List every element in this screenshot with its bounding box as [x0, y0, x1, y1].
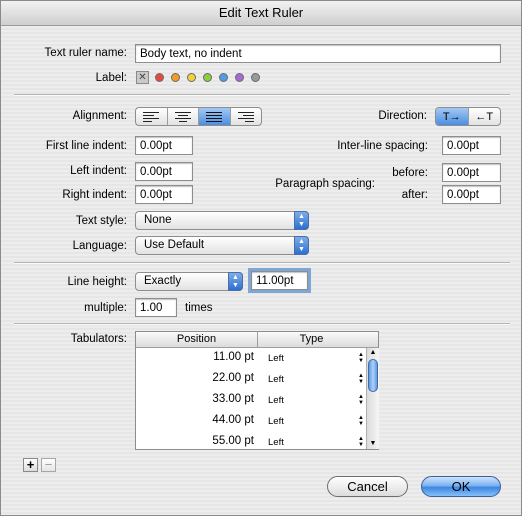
tab-position: 33.00 pt	[212, 393, 254, 405]
tab-position: 55.00 pt	[212, 435, 254, 447]
tab-position: 44.00 pt	[212, 414, 254, 426]
left-indent-label: Left indent:	[70, 165, 127, 177]
tab-type[interactable]: Left	[268, 437, 284, 448]
align-center-icon	[174, 112, 191, 122]
paragraph-spacing-label: Paragraph spacing:	[275, 178, 375, 190]
popup-arrows-icon: ▲ ▼	[294, 236, 309, 255]
inter-line-spacing-label: Inter-line spacing:	[337, 140, 428, 152]
stepper-arrows-icon[interactable]: ▲ ▼	[358, 415, 364, 427]
stepper-arrows-icon[interactable]: ▲ ▼	[358, 394, 364, 406]
table-row[interactable]: 55.00 pt Left ▲ ▼	[136, 432, 366, 453]
line-height-label: Line height:	[67, 276, 127, 288]
inter-line-spacing-field[interactable]: 0.00pt	[442, 136, 501, 155]
add-tab-button[interactable]: +	[23, 458, 38, 472]
table-row[interactable]: 11.00 pt Left ▲ ▼	[136, 348, 366, 369]
text-style-popup[interactable]: None ▲ ▼	[135, 211, 309, 230]
remove-tab-button[interactable]: −	[41, 458, 56, 472]
table-row[interactable]: 44.00 pt Left ▲ ▼	[136, 411, 366, 432]
label-color-green[interactable]	[203, 73, 212, 82]
align-center-button[interactable]	[168, 108, 199, 125]
table-header: Position Type	[136, 332, 378, 348]
tab-type[interactable]: Left	[268, 395, 284, 406]
alignment-segmented-control	[135, 107, 262, 126]
scrollbar[interactable]: ▲ ▼	[366, 348, 379, 449]
align-left-button[interactable]	[136, 108, 168, 125]
dialog-body: Text ruler name: Body text, no indent La…	[1, 26, 521, 515]
language-popup[interactable]: Use Default ▲ ▼	[135, 236, 309, 255]
stepper-arrows-icon[interactable]: ▲ ▼	[358, 352, 364, 364]
alignment-label: Alignment:	[72, 110, 127, 122]
align-justify-icon	[206, 112, 223, 122]
cancel-button[interactable]: Cancel	[327, 476, 408, 497]
stepper-arrows-icon[interactable]: ▲ ▼	[358, 373, 364, 385]
label-color-gray[interactable]	[251, 73, 260, 82]
tab-position: 22.00 pt	[212, 372, 254, 384]
line-height-field[interactable]: 11.00pt	[248, 268, 311, 293]
tab-type[interactable]: Left	[268, 416, 284, 427]
right-indent-label: Right indent:	[62, 189, 127, 201]
align-right-icon	[237, 112, 254, 122]
table-row[interactable]: 22.00 pt Left ▲ ▼	[136, 369, 366, 390]
direction-ltr-button[interactable]: T→	[436, 108, 469, 125]
first-line-indent-label: First line indent:	[45, 140, 127, 152]
tabulators-table[interactable]: Position Type 11.00 pt Left ▲ ▼ 22.00 pt …	[135, 331, 379, 450]
left-indent-field[interactable]: 0.00pt	[135, 162, 193, 181]
language-label: Language:	[72, 240, 127, 252]
table-row[interactable]: 33.00 pt Left ▲ ▼	[136, 390, 366, 411]
tab-position: 11.00 pt	[213, 351, 254, 363]
position-column-header[interactable]: Position	[136, 332, 258, 347]
ruler-name-label: Text ruler name:	[44, 47, 127, 59]
tabulators-label: Tabulators:	[70, 333, 127, 345]
scroll-thumb[interactable]	[368, 359, 378, 392]
times-label: times	[185, 302, 213, 314]
align-left-icon	[143, 112, 160, 122]
direction-rtl-button[interactable]: ←T	[469, 108, 501, 125]
window-title: Edit Text Ruler	[1, 1, 521, 26]
label-color-orange[interactable]	[171, 73, 180, 82]
before-label: before:	[392, 167, 428, 179]
direction-label: Direction:	[378, 110, 427, 122]
paragraph-spacing-after-field[interactable]: 0.00pt	[442, 185, 501, 204]
label-color-yellow[interactable]	[187, 73, 196, 82]
tab-type[interactable]: Left	[268, 374, 284, 385]
multiple-label: multiple:	[84, 302, 127, 314]
popup-arrows-icon: ▲ ▼	[228, 272, 243, 291]
right-indent-field[interactable]: 0.00pt	[135, 185, 193, 204]
scroll-up-arrow-icon[interactable]: ▲	[368, 348, 378, 357]
ok-button[interactable]: OK	[421, 476, 501, 497]
direction-segmented-control: T→ ←T	[435, 107, 501, 126]
label-color-blue[interactable]	[219, 73, 228, 82]
separator	[14, 94, 510, 96]
text-style-value: None	[144, 214, 172, 226]
scroll-down-arrow-icon[interactable]: ▼	[368, 439, 378, 448]
popup-arrows-icon: ▲ ▼	[294, 211, 309, 230]
multiple-field[interactable]: 1.00	[135, 298, 177, 317]
separator	[14, 262, 510, 264]
label-color-red[interactable]	[155, 73, 164, 82]
line-height-mode-value: Exactly	[144, 275, 182, 287]
first-line-indent-field[interactable]: 0.00pt	[135, 136, 193, 155]
ruler-name-field[interactable]: Body text, no indent	[135, 44, 501, 63]
stepper-arrows-icon[interactable]: ▲ ▼	[358, 436, 364, 448]
separator	[14, 323, 510, 325]
label-label: Label:	[95, 72, 127, 84]
edit-text-ruler-dialog: Edit Text Ruler Text ruler name: Body te…	[0, 0, 522, 516]
no-label-x-icon[interactable]: ✕	[136, 71, 149, 84]
align-justify-button[interactable]	[199, 108, 231, 125]
line-height-mode-popup[interactable]: Exactly ▲ ▼	[135, 272, 243, 291]
language-value: Use Default	[144, 239, 205, 251]
label-color-purple[interactable]	[235, 73, 244, 82]
align-right-button[interactable]	[231, 108, 262, 125]
paragraph-spacing-before-field[interactable]: 0.00pt	[442, 163, 501, 182]
type-column-header[interactable]: Type	[258, 332, 365, 347]
after-label: after:	[401, 189, 428, 201]
tab-type[interactable]: Left	[268, 353, 284, 364]
text-style-label: Text style:	[75, 215, 127, 227]
